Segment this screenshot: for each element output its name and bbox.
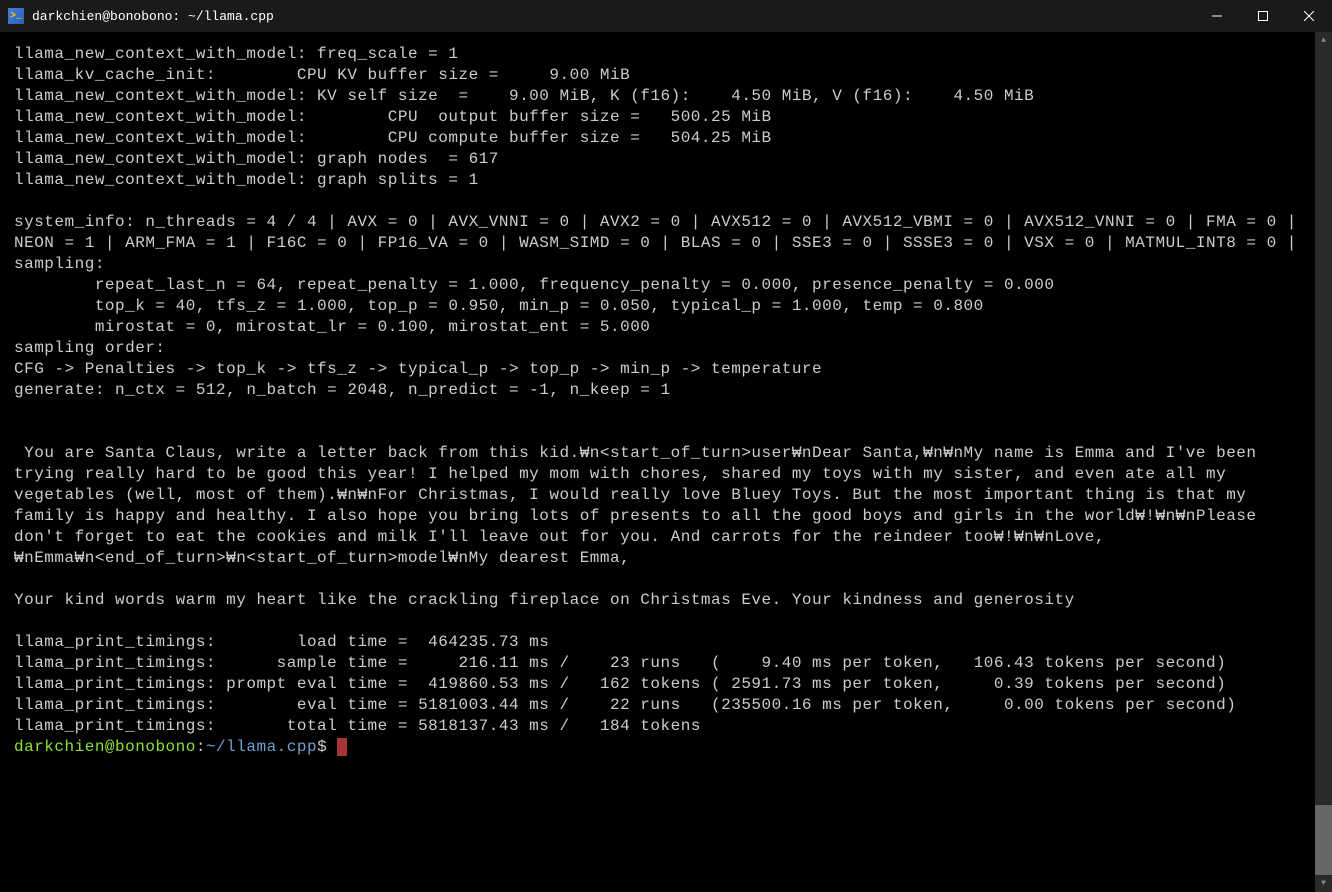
- minimize-button[interactable]: [1194, 0, 1240, 32]
- terminal-cursor: [337, 738, 347, 756]
- scroll-up-arrow[interactable]: ▲: [1315, 32, 1332, 49]
- terminal-app-icon: >_: [8, 8, 24, 24]
- scroll-down-arrow[interactable]: ▼: [1315, 875, 1332, 892]
- prompt-dollar: $: [317, 738, 337, 756]
- prompt-colon: :: [196, 738, 206, 756]
- scroll-thumb[interactable]: [1315, 805, 1332, 875]
- close-button[interactable]: [1286, 0, 1332, 32]
- prompt-at: @: [105, 738, 115, 756]
- window-titlebar: >_ darkchien@bonobono: ~/llama.cpp: [0, 0, 1332, 32]
- terminal-output[interactable]: llama_new_context_with_model: freq_scale…: [0, 32, 1315, 892]
- window-title: darkchien@bonobono: ~/llama.cpp: [32, 9, 274, 24]
- terminal-area: llama_new_context_with_model: freq_scale…: [0, 32, 1332, 892]
- prompt-user: darkchien: [14, 738, 105, 756]
- maximize-button[interactable]: [1240, 0, 1286, 32]
- vertical-scrollbar[interactable]: ▲ ▼: [1315, 32, 1332, 892]
- prompt-path: ~/llama.cpp: [206, 738, 317, 756]
- prompt-host: bonobono: [115, 738, 196, 756]
- window-controls: [1194, 0, 1332, 32]
- title-left: >_ darkchien@bonobono: ~/llama.cpp: [8, 8, 274, 24]
